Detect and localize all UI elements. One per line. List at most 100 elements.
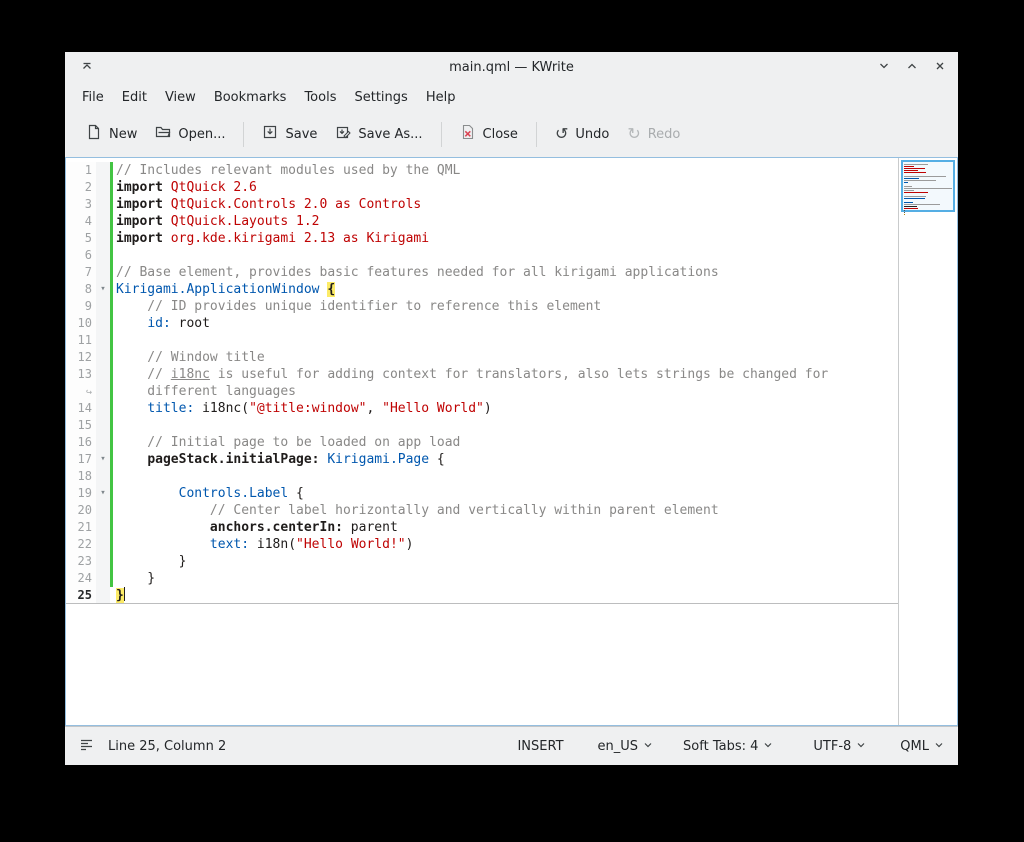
encoding-dropdown[interactable]: UTF-8	[813, 739, 866, 754]
line-number[interactable]: 11	[66, 332, 96, 349]
code-text[interactable]: }	[113, 587, 898, 603]
toolbar-save-as-button[interactable]: Save As...	[326, 117, 431, 151]
code-line-25[interactable]: 25}	[66, 587, 898, 604]
minimize-button[interactable]	[870, 54, 898, 82]
code-text[interactable]	[113, 247, 898, 264]
text-view[interactable]: 1 // Includes relevant modules used by th…	[66, 158, 898, 725]
code-text[interactable]: Kirigami.ApplicationWindow {	[113, 281, 898, 298]
line-number[interactable]: 3	[66, 196, 96, 213]
fold-toggle-icon[interactable]: ▾	[96, 451, 110, 468]
line-number[interactable]: 8	[66, 281, 96, 298]
line-number[interactable]: 10	[66, 315, 96, 332]
line-number[interactable]: 21	[66, 519, 96, 536]
line-number[interactable]: 15	[66, 417, 96, 434]
code-line-4[interactable]: 4 import QtQuick.Layouts 1.2	[66, 213, 898, 230]
code-text[interactable]: }	[113, 570, 898, 587]
code-text[interactable]: import QtQuick.Layouts 1.2	[113, 213, 898, 230]
line-number[interactable]: 1	[66, 162, 96, 179]
line-number[interactable]: 17	[66, 451, 96, 468]
code-text[interactable]: pageStack.initialPage: Kirigami.Page {	[113, 451, 898, 468]
code-text[interactable]: import org.kde.kirigami 2.13 as Kirigami	[113, 230, 898, 247]
code-line-23[interactable]: 23 }	[66, 553, 898, 570]
fold-toggle-icon[interactable]: ▾	[96, 281, 110, 298]
code-line-15[interactable]: 15	[66, 417, 898, 434]
code-line-7[interactable]: 7 // Base element, provides basic feature…	[66, 264, 898, 281]
line-number[interactable]: 9	[66, 298, 96, 315]
code-text[interactable]: // Includes relevant modules used by the…	[113, 162, 898, 179]
toolbar-open-button[interactable]: Open...	[146, 117, 234, 151]
line-number[interactable]: 4	[66, 213, 96, 230]
code-text[interactable]: // i18nc is useful for adding context fo…	[113, 366, 898, 383]
code-line-11[interactable]: 11	[66, 332, 898, 349]
line-number[interactable]: 6	[66, 247, 96, 264]
line-number[interactable]: 13	[66, 366, 96, 383]
line-number[interactable]: 12	[66, 349, 96, 366]
code-text[interactable]: different languages	[113, 383, 898, 400]
code-line-2[interactable]: 2 import QtQuick 2.6	[66, 179, 898, 196]
line-number[interactable]: 22	[66, 536, 96, 553]
line-number[interactable]: 7	[66, 264, 96, 281]
menu-settings[interactable]: Settings	[345, 86, 416, 109]
code-line-22[interactable]: 22 text: i18n("Hello World!")	[66, 536, 898, 553]
line-number[interactable]: 14	[66, 400, 96, 417]
toolbar-redo-button[interactable]: ↻Redo	[618, 119, 689, 150]
menu-bookmarks[interactable]: Bookmarks	[205, 86, 296, 109]
menu-help[interactable]: Help	[417, 86, 465, 109]
minimap[interactable]	[898, 158, 957, 725]
code-line-5[interactable]: 5 import org.kde.kirigami 2.13 as Kirigam…	[66, 230, 898, 247]
line-number[interactable]: 25	[66, 587, 96, 603]
code-line-16[interactable]: 16 // Initial page to be loaded on app l…	[66, 434, 898, 451]
cursor-position-status[interactable]: Line 25, Column 2	[108, 739, 226, 754]
line-number[interactable]: 20	[66, 502, 96, 519]
code-line-24[interactable]: 24 }	[66, 570, 898, 587]
keep-above-button[interactable]	[73, 54, 101, 82]
fold-toggle-icon[interactable]: ▾	[96, 485, 110, 502]
code-line-1[interactable]: 1 // Includes relevant modules used by th…	[66, 162, 898, 179]
code-line-3[interactable]: 3 import QtQuick.Controls 2.0 as Controls	[66, 196, 898, 213]
toolbar-new-button[interactable]: New	[77, 117, 146, 151]
menu-edit[interactable]: Edit	[113, 86, 156, 109]
code-text[interactable]: title: i18nc("@title:window", "Hello Wor…	[113, 400, 898, 417]
code-text[interactable]: import QtQuick.Controls 2.0 as Controls	[113, 196, 898, 213]
toolbar-undo-button[interactable]: ↺Undo	[546, 119, 618, 150]
code-line-21[interactable]: 21 anchors.centerIn: parent	[66, 519, 898, 536]
line-number[interactable]: 2	[66, 179, 96, 196]
code-text[interactable]	[113, 332, 898, 349]
code-line-14[interactable]: 14 title: i18nc("@title:window", "Hello …	[66, 400, 898, 417]
code-text[interactable]	[113, 417, 898, 434]
code-line-10[interactable]: 10 id: root	[66, 315, 898, 332]
code-line-18[interactable]: 18	[66, 468, 898, 485]
code-line-8[interactable]: 8▾Kirigami.ApplicationWindow {	[66, 281, 898, 298]
line-number[interactable]: 23	[66, 553, 96, 570]
code-text[interactable]: text: i18n("Hello World!")	[113, 536, 898, 553]
code-line-13[interactable]: 13 // i18nc is useful for adding context…	[66, 366, 898, 383]
tab-mode-dropdown[interactable]: Soft Tabs: 4	[683, 739, 773, 754]
menu-file[interactable]: File	[73, 86, 113, 109]
code-text[interactable]: // ID provides unique identifier to refe…	[113, 298, 898, 315]
toolbar-save-button[interactable]: Save	[253, 117, 326, 151]
code-text[interactable]: import QtQuick 2.6	[113, 179, 898, 196]
dictionary-dropdown[interactable]: en_US	[598, 739, 654, 754]
statusbar-menu-button[interactable]	[79, 737, 94, 755]
code-text[interactable]: anchors.centerIn: parent	[113, 519, 898, 536]
close-button[interactable]	[926, 54, 954, 82]
line-number[interactable]: 16	[66, 434, 96, 451]
highlight-mode-dropdown[interactable]: QML	[900, 739, 944, 754]
toolbar-close-button[interactable]: Close	[451, 117, 527, 151]
menu-view[interactable]: View	[156, 86, 205, 109]
code-line-17[interactable]: 17▾ pageStack.initialPage: Kirigami.Page…	[66, 451, 898, 468]
code-text[interactable]: // Center label horizontally and vertica…	[113, 502, 898, 519]
maximize-button[interactable]	[898, 54, 926, 82]
wrap-marker-icon[interactable]: ↪	[66, 383, 96, 400]
code-line-12[interactable]: 12 // Window title	[66, 349, 898, 366]
code-line-20[interactable]: 20 // Center label horizontally and vert…	[66, 502, 898, 519]
line-number[interactable]: 5	[66, 230, 96, 247]
code-line-9[interactable]: 9 // ID provides unique identifier to re…	[66, 298, 898, 315]
line-number[interactable]: 24	[66, 570, 96, 587]
input-mode-status[interactable]: INSERT	[517, 739, 563, 754]
code-line-wrap[interactable]: ↪ different languages	[66, 383, 898, 400]
code-line-6[interactable]: 6	[66, 247, 898, 264]
code-text[interactable]	[113, 468, 898, 485]
code-text[interactable]: // Base element, provides basic features…	[113, 264, 898, 281]
code-text[interactable]: }	[113, 553, 898, 570]
